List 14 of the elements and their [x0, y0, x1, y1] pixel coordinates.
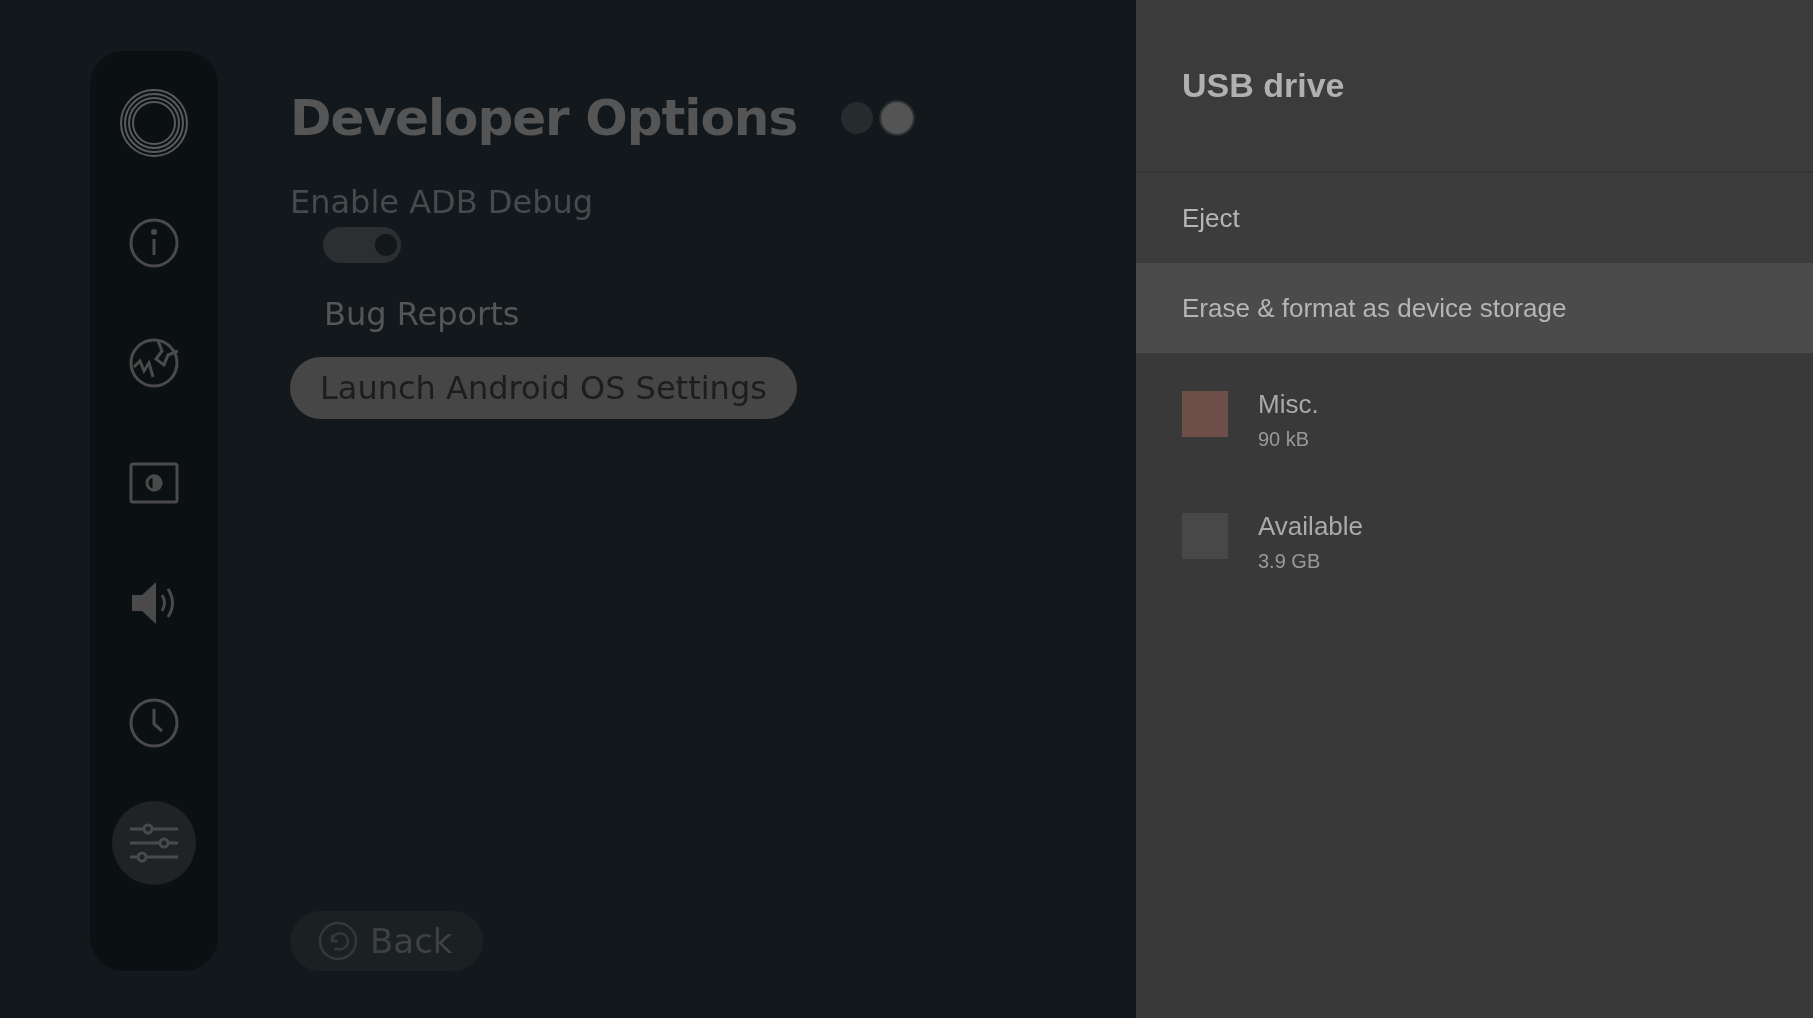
rings-logo-icon	[119, 88, 189, 158]
toggle-switch[interactable]	[323, 227, 401, 263]
info-icon	[128, 217, 180, 269]
sliders-icon	[128, 823, 180, 863]
brightness-screen-icon	[128, 461, 180, 505]
panel-action[interactable]: Erase & format as device storage	[1136, 263, 1813, 353]
panel-title: USB drive	[1182, 66, 1345, 105]
storage-name: Available	[1258, 511, 1364, 542]
storage-name: Misc.	[1258, 389, 1319, 420]
page-title: Developer Options	[290, 89, 798, 147]
storage-size: 3.9 GB	[1258, 550, 1322, 573]
menu-item[interactable]: Bug Reports	[324, 295, 1136, 333]
clock-icon	[128, 697, 180, 749]
storage-size: 90 kB	[1258, 428, 1311, 451]
